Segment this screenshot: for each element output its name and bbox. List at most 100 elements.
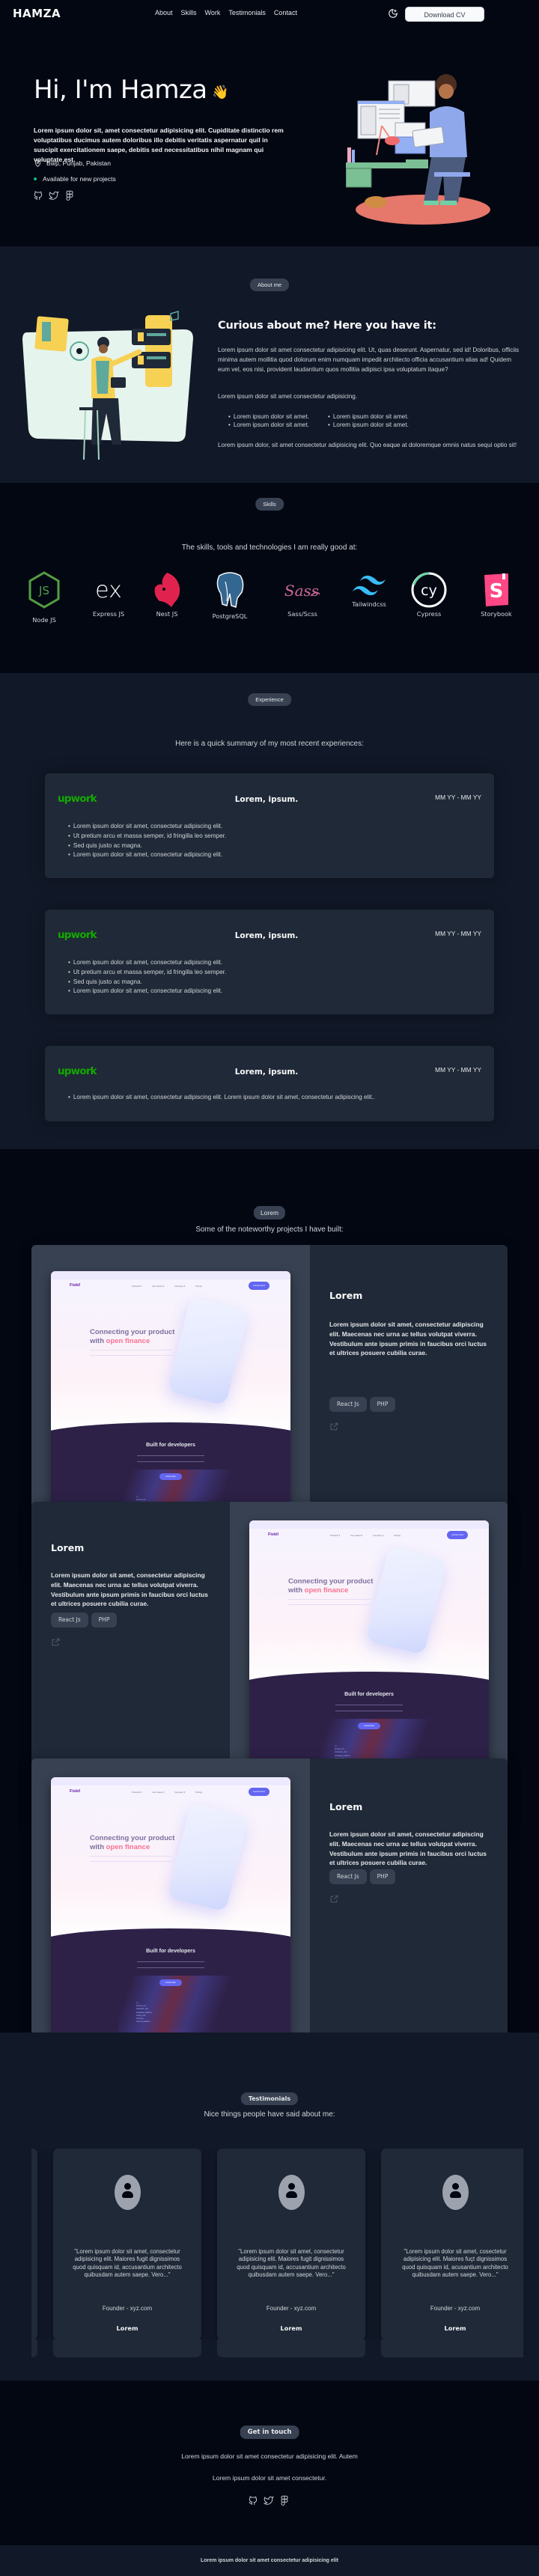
experience-bullet: Sed quis justo ac magna. — [68, 978, 226, 987]
projects-subtitle: Some of the noteworthy projects I have b… — [195, 1225, 344, 1234]
contact-paragraph-1: Lorem ipsum dolor sit amet consectetur a… — [181, 2452, 358, 2460]
experience-bullet: Lorem ipsum dolor sit amet, consectetur … — [68, 958, 226, 968]
hero-section: Hi, I'm Hamza 👋 Lorem ipsum dolor sit, a… — [0, 30, 539, 246]
hero-social-links — [33, 190, 75, 201]
github-icon[interactable] — [33, 190, 43, 201]
project-tag: React Js — [51, 1613, 88, 1627]
postgresql-icon — [216, 572, 244, 608]
nav-link-work[interactable]: Work — [205, 9, 221, 16]
skill-item-postgresql: PostgreSQL — [204, 569, 256, 620]
testimonial-quote: "Lorem ipsum dolor sit amet, consectetur… — [73, 2248, 182, 2279]
testimonial-name: Lorem — [280, 2324, 302, 2332]
moon-icon[interactable] — [388, 8, 398, 19]
testimonials-badge: Testimonials — [240, 2092, 299, 2105]
twitter-icon[interactable] — [264, 2495, 274, 2506]
project-tag: React Js — [329, 1397, 367, 1412]
experience-role: Lorem, ipsum. — [234, 795, 299, 804]
svg-text:cy: cy — [421, 582, 437, 599]
experience-section: Experience Here is a quick summary of my… — [0, 673, 539, 1149]
project-tags: React Js PHP — [329, 1869, 396, 1884]
footer-text: Lorem ipsum dolor sit amet consectetur a… — [201, 2558, 338, 2563]
experience-bullet: Lorem ipsum dolor sit amet, consectetur … — [68, 987, 226, 996]
project-description: Lorem ipsum dolor sit amet, consectetur … — [329, 1321, 487, 1357]
about-paragraph-1: Lorem ipsum dolor sit amet consectetur a… — [218, 347, 520, 373]
hero-location: Bwp, Punjab, Pakistan — [34, 159, 111, 168]
project-description: Lorem ipsum dolor sit amet, consectetur … — [329, 1830, 487, 1867]
sass-icon: Sass — [284, 582, 320, 600]
skill-item-cypress: cy Cypress — [403, 569, 455, 618]
figma-icon[interactable] — [64, 190, 75, 201]
experience-bullet: Ut pretium arcu et massa semper, id frin… — [68, 832, 226, 841]
experience-bullet: Lorem ipsum dolor sit amet, consectetur … — [68, 822, 226, 832]
about-list-item: Lorem ipsum dolor sit amet. — [228, 413, 328, 420]
testimonial-role: Founder - xyz.com — [266, 2305, 317, 2312]
nav-link-testimonials[interactable]: Testimonials — [228, 9, 266, 16]
testimonial-name: Lorem — [444, 2324, 466, 2332]
about-list-item: Lorem ipsum dolor sit amet. — [328, 413, 427, 420]
about-list-item: Lorem ipsum dolor sit amet. — [328, 421, 427, 428]
svg-text:ex: ex — [95, 577, 122, 603]
figma-icon[interactable] — [279, 2495, 290, 2506]
developer-at-desk-illustration — [346, 74, 490, 225]
skill-item-express: ex Express JS — [82, 569, 135, 618]
download-cv-button[interactable]: Download CV — [405, 7, 484, 22]
testimonial-card-partial — [31, 2149, 37, 2339]
github-icon[interactable] — [248, 2495, 258, 2506]
project-tags: React Js PHP — [51, 1613, 118, 1627]
site-logo[interactable]: HAMZA — [13, 7, 61, 20]
tailwind-icon — [353, 575, 386, 596]
projects-section: Lorem Some of the noteworthy projects I … — [0, 1149, 539, 2086]
skill-item-nestjs: Nest JS — [141, 569, 193, 618]
project-screenshot[interactable]: Fiskil Products ▾ Use Cases ▾ Company ▾ Pri… — [249, 1520, 489, 1794]
project-title: Lorem — [329, 1290, 363, 1301]
twitter-icon[interactable] — [49, 190, 59, 201]
experience-card: upwork Lorem, ipsum. MM YY - MM YY Lorem… — [45, 773, 494, 878]
skill-item-sass: Sass Sass/Scss — [276, 569, 329, 618]
skills-section: Skills The skills, tools and technologie… — [0, 483, 539, 673]
about-paragraph-3: Lorem ipsum dolor, sit amet consectetur … — [218, 442, 517, 448]
skill-label: Node JS — [32, 616, 56, 624]
nav-link-about[interactable]: About — [155, 9, 173, 16]
top-navbar: HAMZA About Skills Work Testimonials Con… — [0, 0, 539, 30]
svg-text:S: S — [490, 580, 504, 603]
about-list-item: Lorem ipsum dolor sit amet. — [228, 421, 328, 428]
svg-text:JS: JS — [38, 584, 49, 597]
experience-bullet: Lorem ipsum dolor sit amet, consectetur … — [68, 850, 226, 860]
status-dot-icon — [34, 177, 37, 180]
testimonials-carousel-bottom — [31, 2339, 523, 2372]
experience-bullets: Lorem ipsum dolor sit amet, consectetur … — [68, 958, 226, 996]
nav-link-contact[interactable]: Contact — [274, 9, 297, 16]
skill-label: Sass/Scss — [287, 610, 317, 618]
project-tag: PHP — [369, 1869, 396, 1884]
testimonials-section: Testimonials Nice things people have sai… — [0, 2033, 539, 2381]
experience-date: MM YY - MM YY — [435, 1066, 481, 1074]
testimonial-quote: "Lorem ipsum dolor sit amet, cosectetur … — [402, 2248, 508, 2279]
skill-item-storybook: S Storybook — [470, 569, 523, 618]
skills-badge: Skills — [255, 498, 284, 511]
skill-label: Cypress — [416, 610, 442, 618]
testimonials-subtitle: Nice things people have said about me: — [204, 2110, 335, 2119]
contact-badge: Get in touch — [240, 2426, 299, 2439]
project-screenshot[interactable]: Fiskil Products ▾ Use Cases ▾ Company ▾ Pri… — [51, 1777, 290, 2051]
skill-label: Nest JS — [156, 610, 178, 618]
about-title: Curious about me? Here you have it: — [218, 320, 436, 332]
skill-item-nodejs: JS Node JS — [18, 569, 70, 624]
contact-section: Get in touch Lorem ipsum dolor sit amet … — [0, 2381, 539, 2545]
experience-badge: Experience — [248, 693, 291, 706]
external-link-icon[interactable] — [51, 1637, 61, 1647]
external-link-icon[interactable] — [329, 1894, 339, 1904]
experience-date: MM YY - MM YY — [435, 930, 481, 937]
about-badge: About me — [249, 278, 290, 291]
developer-dashboard-illustration — [22, 310, 193, 460]
availability-text: Available for new projects — [43, 175, 116, 183]
hero-title: Hi, I'm Hamza — [34, 75, 207, 105]
experience-card: upwork Lorem, ipsum. MM YY - MM YY Lorem… — [45, 1046, 494, 1121]
experience-role: Lorem, ipsum. — [234, 1068, 299, 1077]
projects-badge: Lorem — [253, 1206, 286, 1220]
nav-link-skills[interactable]: Skills — [181, 9, 197, 16]
footer: Lorem ipsum dolor sit amet consectetur a… — [0, 2545, 539, 2576]
external-link-icon[interactable] — [329, 1422, 339, 1431]
project-tags: React Js PHP — [329, 1397, 396, 1412]
contact-paragraph-2: Lorem ipsum dolor sit amet consectetur. — [212, 2474, 327, 2482]
experience-bullet: Ut pretium arcu et massa semper, id frin… — [68, 968, 226, 978]
